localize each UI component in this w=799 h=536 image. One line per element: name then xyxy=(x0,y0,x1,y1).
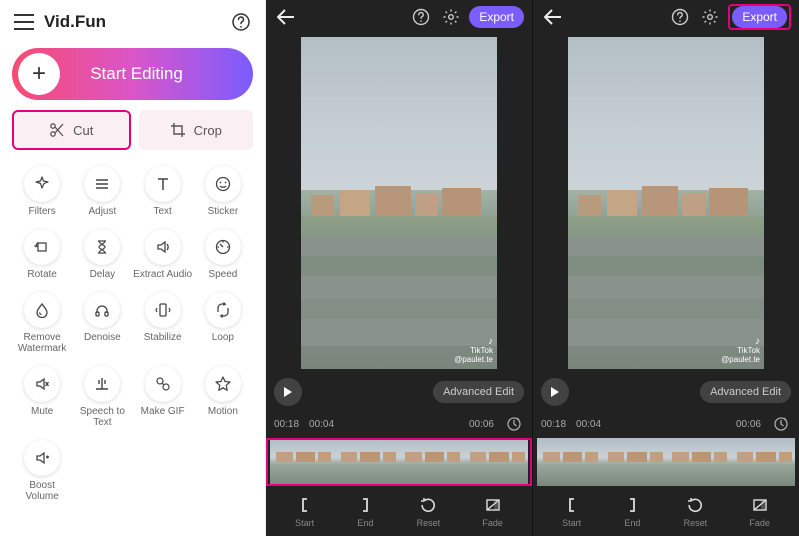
preview-bar: Advanced Edit xyxy=(266,372,532,412)
trim-end[interactable]: End xyxy=(623,496,641,528)
tool-adjust[interactable]: Adjust xyxy=(72,166,132,217)
timeline[interactable] xyxy=(533,438,799,486)
preview: ♪TikTok@paulet.te xyxy=(266,34,532,372)
loop-icon xyxy=(205,292,241,328)
bracket-right-icon xyxy=(356,496,374,514)
tool-motion[interactable]: Motion xyxy=(193,366,253,428)
tool-mute[interactable]: Mute xyxy=(12,366,72,428)
play-button[interactable] xyxy=(274,378,302,406)
hourglass-icon xyxy=(84,229,120,265)
mode-tabs: Cut Crop xyxy=(12,110,253,150)
export-highlight: Export xyxy=(728,4,791,30)
gauge-icon xyxy=(205,229,241,265)
tool-filters[interactable]: Filters xyxy=(12,166,72,217)
video-frame[interactable]: ♪TikTok@paulet.te xyxy=(301,37,497,369)
start-editing-button[interactable]: + Start Editing xyxy=(12,48,253,100)
help-icon[interactable] xyxy=(409,5,433,29)
trim-controls: Start End Reset Fade xyxy=(533,486,799,536)
bracket-left-icon xyxy=(296,496,314,514)
export-button[interactable]: Export xyxy=(469,6,524,28)
advanced-edit-button[interactable]: Advanced Edit xyxy=(433,381,524,403)
headphones-icon xyxy=(84,292,120,328)
preview: ♪TikTok@paulet.te xyxy=(533,34,799,372)
reset-icon xyxy=(419,496,437,514)
tab-cut[interactable]: Cut xyxy=(12,110,131,150)
clock-icon[interactable] xyxy=(504,414,524,434)
mute-icon xyxy=(24,366,60,402)
text-icon xyxy=(145,166,181,202)
drop-icon xyxy=(24,292,60,328)
panel-header: Vid.Fun xyxy=(0,0,265,38)
advanced-edit-button[interactable]: Advanced Edit xyxy=(700,381,791,403)
smile-icon xyxy=(205,166,241,202)
trim-reset[interactable]: Reset xyxy=(417,496,441,528)
watermark: ♪TikTok@paulet.te xyxy=(454,336,493,365)
preview-bar: Advanced Edit xyxy=(533,372,799,412)
editor-header: Export xyxy=(533,0,799,34)
reset-icon xyxy=(686,496,704,514)
scissors-icon xyxy=(49,122,65,138)
menu-icon[interactable] xyxy=(12,10,36,34)
export-button[interactable]: Export xyxy=(732,6,787,28)
trim-start[interactable]: Start xyxy=(295,496,314,528)
tool-boost-volume[interactable]: Boost Volume xyxy=(12,440,72,502)
gif-icon xyxy=(145,366,181,402)
tool-grid: FiltersAdjustTextSticker RotateDelayExtra… xyxy=(0,158,265,514)
settings-icon[interactable] xyxy=(698,5,722,29)
tool-make-gif[interactable]: Make GIF xyxy=(133,366,193,428)
watermark: ♪TikTok@paulet.te xyxy=(721,336,760,365)
tool-delay[interactable]: Delay xyxy=(72,229,132,280)
tool-denoise[interactable]: Denoise xyxy=(72,292,132,354)
plus-icon: + xyxy=(18,53,60,95)
bracket-left-icon xyxy=(563,496,581,514)
sound-out-icon xyxy=(145,229,181,265)
settings-icon[interactable] xyxy=(439,5,463,29)
editor-pane-1: Export ♪TikTok@paulet.te Advanced Edit 0… xyxy=(266,0,533,536)
play-button[interactable] xyxy=(541,378,569,406)
editor-header: Export xyxy=(266,0,532,34)
tool-text[interactable]: Text xyxy=(133,166,193,217)
time-row: 00:18 00:0400:06 xyxy=(266,412,532,438)
trim-end[interactable]: End xyxy=(356,496,374,528)
fade-icon xyxy=(484,496,502,514)
tool-extract-audio[interactable]: Extract Audio xyxy=(133,229,193,280)
help-icon[interactable] xyxy=(668,5,692,29)
sparkle-icon xyxy=(24,166,60,202)
tool-sticker[interactable]: Sticker xyxy=(193,166,253,217)
back-icon[interactable] xyxy=(541,5,565,29)
tool-loop[interactable]: Loop xyxy=(193,292,253,354)
trim-fade[interactable]: Fade xyxy=(482,496,503,528)
tool-panel: Vid.Fun + Start Editing Cut Crop Filters… xyxy=(0,0,266,536)
trim-start[interactable]: Start xyxy=(562,496,581,528)
sliders-icon xyxy=(84,166,120,202)
video-frame[interactable]: ♪TikTok@paulet.te xyxy=(568,37,764,369)
star-icon xyxy=(205,366,241,402)
speech-text-icon xyxy=(84,366,120,402)
time-row: 00:18 00:0400:06 xyxy=(533,412,799,438)
crop-icon xyxy=(170,122,186,138)
device-icon xyxy=(145,292,181,328)
tool-speed[interactable]: Speed xyxy=(193,229,253,280)
tool-stabilize[interactable]: Stabilize xyxy=(133,292,193,354)
tool-speech-to-text[interactable]: Speech to Text xyxy=(72,366,132,428)
tool-rotate[interactable]: Rotate xyxy=(12,229,72,280)
trim-controls: Start End Reset Fade xyxy=(266,486,532,536)
editor-area: Export ♪TikTok@paulet.te Advanced Edit 0… xyxy=(266,0,799,536)
trim-reset[interactable]: Reset xyxy=(684,496,708,528)
rotate-icon xyxy=(24,229,60,265)
timeline[interactable] xyxy=(266,438,532,486)
tool-remove-watermark[interactable]: Remove Watermark xyxy=(12,292,72,354)
fade-icon xyxy=(751,496,769,514)
boost-icon xyxy=(24,440,60,476)
back-icon[interactable] xyxy=(274,5,298,29)
bracket-right-icon xyxy=(623,496,641,514)
editor-pane-2: Export ♪TikTok@paulet.te Advanced Edit 0… xyxy=(533,0,799,536)
help-icon[interactable] xyxy=(229,10,253,34)
app-title: Vid.Fun xyxy=(44,12,229,32)
clock-icon[interactable] xyxy=(771,414,791,434)
trim-fade[interactable]: Fade xyxy=(749,496,770,528)
tab-crop[interactable]: Crop xyxy=(139,110,254,150)
